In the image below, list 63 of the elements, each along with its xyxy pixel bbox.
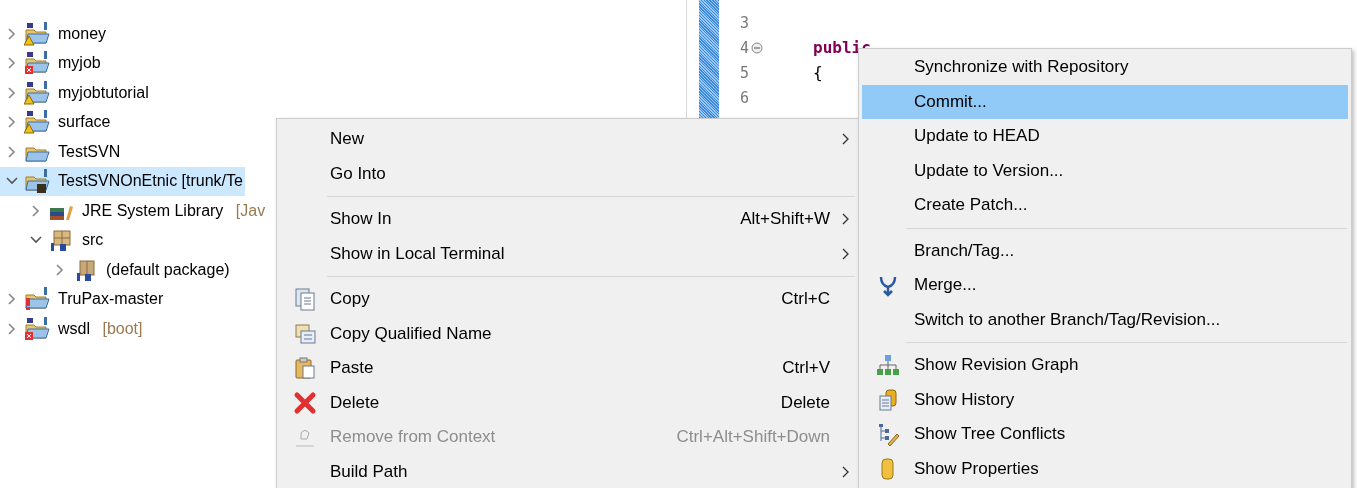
menu-item[interactable]: Update to HEAD [862,119,1348,154]
menu-item[interactable]: Paste Ctrl+V [280,351,856,386]
tree-label: money [58,24,107,43]
tree-item[interactable]: TestSVN [0,137,123,167]
menu-item[interactable]: Show Properties [862,451,1348,486]
menu-item[interactable]: Show History [862,382,1348,417]
tree-label: surface [58,113,111,132]
menu-item[interactable]: Show Tree Conflicts [862,417,1348,452]
delete-icon [293,390,317,415]
menu-item[interactable]: Create Patch... [862,188,1348,223]
shortcut-label: Ctrl+V [782,358,830,379]
shortcut-label: Ctrl+C [781,289,830,310]
tree-label: myjobtutorial [58,83,149,102]
menu-item[interactable]: Show In Alt+Shift+W [280,202,856,237]
menu-item[interactable]: Show Revision Graph [862,348,1348,383]
tree-item[interactable]: surface [0,107,113,137]
menu-item[interactable]: Delete Delete [280,385,856,420]
tree-label: wsdl [58,319,90,338]
revision-graph-icon [876,353,900,378]
tree-item[interactable]: TruPax-master [0,284,166,314]
menu-item[interactable]: Copy Ctrl+C [280,282,856,317]
tree-item[interactable]: myjob [0,48,103,78]
shortcut-label: Delete [780,392,830,413]
menu-item[interactable]: Go Into [280,156,856,191]
tree-item[interactable]: src [0,225,106,255]
code-text: { [813,63,823,82]
tree-item[interactable]: myjobtutorial [0,78,151,108]
tree-decoration: [boot] [102,319,143,338]
tree-conflicts-icon [876,422,900,447]
tree-item[interactable]: (default package) [0,255,232,285]
menu-item[interactable]: Branch/Tag... [862,233,1348,268]
tree-decoration: [Jav [235,201,266,220]
menu-item[interactable]: New [280,122,856,157]
tree-label: JRE System Library [82,201,224,220]
menu-item[interactable]: Copy Qualified Name [280,316,856,351]
menu-item[interactable]: Commit... [862,84,1348,119]
tree-item[interactable]: TestSVNOnEtnic [trunk/Te [0,166,245,196]
tree-label: TruPax-master [58,290,164,309]
shortcut-label: Ctrl+Alt+Shift+Down [676,427,830,448]
tree-label: (default package) [106,260,230,279]
tree-item[interactable]: money [0,19,109,49]
copy-name-icon [293,321,317,346]
menu-item[interactable]: Synchronize with Repository [862,50,1348,85]
menu-item[interactable]: Merge... [862,268,1348,303]
line-number: 3 [738,13,749,32]
shortcut-label: Alt+Shift+W [740,209,830,230]
tree-item[interactable]: JRE System Library [Jav [0,196,268,226]
menu-item[interactable]: Switch to another Branch/Tag/Revision... [862,302,1348,337]
paste-icon [293,356,317,381]
menu-item[interactable]: Show in Local Terminal [280,236,856,271]
menu-item[interactable]: Build Path [280,454,856,488]
menu-item[interactable]: Update to Version... [862,153,1348,188]
copy-icon [293,287,317,312]
fold-icon[interactable] [751,41,763,54]
tree-label: TestSVNOnEtnic [trunk/Te [58,172,243,191]
history-icon [876,387,900,412]
tree-label: TestSVN [58,142,121,161]
tree-item[interactable]: wsdl [boot] [0,314,145,344]
line-number: 6 [738,88,749,107]
line-number: 4 [738,38,749,57]
line-number: 5 [738,63,749,82]
tree-label: myjob [58,54,101,73]
tree-label: src [82,231,104,250]
